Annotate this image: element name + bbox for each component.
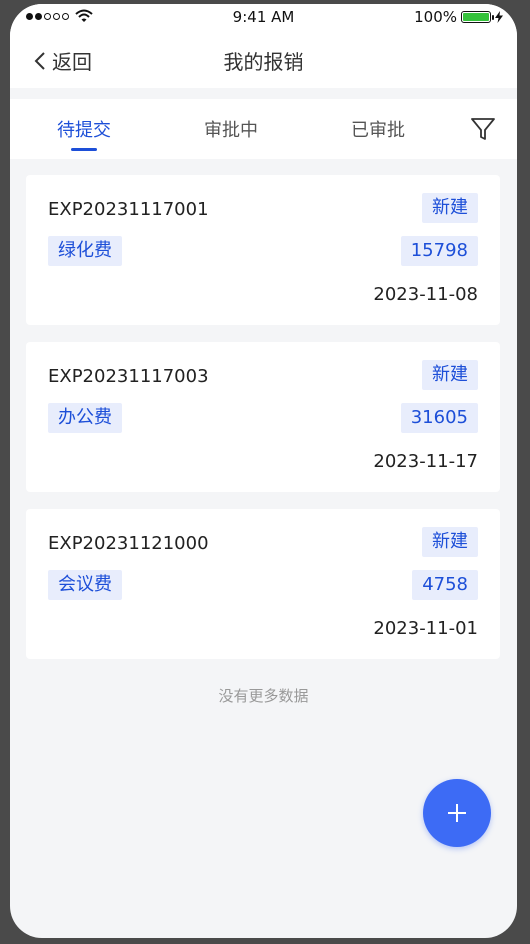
status-badge: 新建 xyxy=(422,527,478,557)
phone-screen: 9:41 AM 100% 返回 我的报销 待提交 审批中 已审批 EXP2023… xyxy=(10,4,517,938)
expense-date: 2023-11-17 xyxy=(373,451,478,472)
expense-card[interactable]: EXP20231121000 新建 会议费 4758 2023-11-01 xyxy=(26,509,500,659)
expense-number: EXP20231117001 xyxy=(48,199,209,220)
no-more-data-text: 没有更多数据 xyxy=(218,687,309,705)
tab-in-approval[interactable]: 审批中 xyxy=(204,116,258,142)
page-title: 我的报销 xyxy=(223,50,304,74)
status-badge: 新建 xyxy=(422,193,478,223)
nav-bar: 返回 我的报销 xyxy=(10,30,517,88)
category-tag: 绿化费 xyxy=(48,236,122,266)
battery-group: 100% xyxy=(414,8,503,26)
expense-card[interactable]: EXP20231117001 新建 绿化费 15798 2023-11-08 xyxy=(26,175,500,325)
add-expense-button[interactable] xyxy=(423,779,491,847)
tab-pending-submit[interactable]: 待提交 xyxy=(57,116,111,142)
amount-tag: 15798 xyxy=(400,236,478,266)
status-badge: 新建 xyxy=(422,360,478,390)
active-tab-indicator xyxy=(71,148,97,151)
filter-icon[interactable] xyxy=(470,116,496,142)
category-tag: 办公费 xyxy=(48,403,122,433)
battery-percent: 100% xyxy=(414,8,457,26)
amount-tag: 31605 xyxy=(400,403,478,433)
battery-icon xyxy=(461,11,494,23)
tab-approved[interactable]: 已审批 xyxy=(351,116,405,142)
amount-tag: 4758 xyxy=(412,570,478,600)
expense-date: 2023-11-08 xyxy=(373,284,478,305)
battery-cap xyxy=(492,15,494,20)
expense-date: 2023-11-01 xyxy=(373,618,478,639)
category-tag: 会议费 xyxy=(48,570,122,600)
expense-number: EXP20231121000 xyxy=(48,533,209,554)
status-bar: 9:41 AM 100% xyxy=(10,4,517,30)
battery-fill xyxy=(463,13,489,21)
charging-bolt-icon xyxy=(495,11,503,23)
expense-card[interactable]: EXP20231117003 新建 办公费 31605 2023-11-17 xyxy=(26,342,500,492)
tab-bar: 待提交 审批中 已审批 xyxy=(10,99,517,159)
plus-icon xyxy=(448,804,466,822)
expense-number: EXP20231117003 xyxy=(48,366,209,387)
